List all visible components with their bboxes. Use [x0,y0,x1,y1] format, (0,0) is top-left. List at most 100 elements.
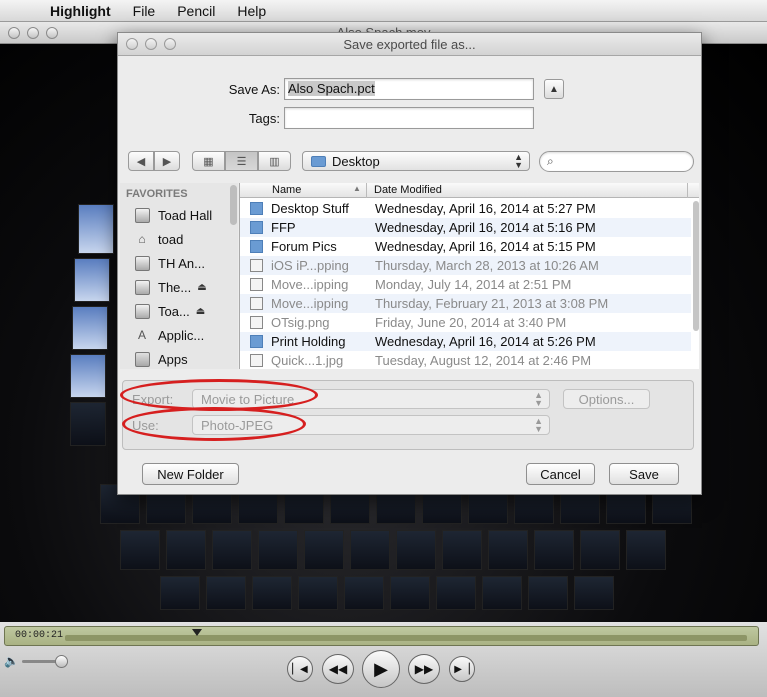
applications-icon: A [137,328,146,342]
popup-arrows-icon: ▲ ▼ [534,390,543,408]
folder-icon [134,351,150,367]
search-icon: ⌕ [547,154,554,168]
file-row: Move...ipping Thursday, February 21, 201… [240,294,691,313]
back-arrow-icon: ◀ [136,155,146,168]
playhead-icon[interactable] [192,629,202,636]
sidebar-item-applications[interactable]: A Applic... [134,324,234,346]
file-date: Wednesday, April 16, 2014 at 5:15 PM [375,239,596,254]
location-label: Desktop [332,153,380,169]
file-name: FFP [271,220,296,235]
new-folder-button[interactable]: New Folder [142,463,239,485]
file-date: Wednesday, April 16, 2014 at 5:27 PM [375,201,596,216]
column-header: Name ▲ Date Modified [240,183,699,198]
fast-forward-button[interactable]: ▶▶ [408,654,440,684]
icon-view-icon: ▦ [203,155,214,168]
volume-icon[interactable]: 🔈 [4,654,19,668]
tags-field[interactable] [284,107,534,129]
file-row: Move...ipping Monday, July 14, 2014 at 2… [240,275,691,294]
sidebar-item-toad[interactable]: ⌂ toad [134,228,234,250]
file-row[interactable]: Print Holding Wednesday, April 16, 2014 … [240,332,691,351]
file-name: Move...ipping [271,296,349,311]
eject-icon[interactable]: ⏏ [197,282,206,293]
disk-icon [134,279,150,295]
search-field[interactable]: ⌕ [539,151,694,172]
sort-indicator-icon: ▲ [353,184,361,193]
file-row: iOS iP...pping Thursday, March 28, 2013 … [240,256,691,275]
eject-icon[interactable]: ⏏ [196,306,205,317]
forward-button[interactable]: ▶ [154,151,180,171]
sidebar-item-toa[interactable]: Toa... ⏏ [134,300,234,322]
popup-arrows-icon: ▲ ▼ [534,416,543,434]
sidebar-item-apps[interactable]: Apps [134,348,234,369]
save-dialog: Save exported file as... Save As: Also S… [117,32,702,495]
disk-icon [134,303,150,319]
file-icon [250,316,263,329]
save-as-field[interactable]: Also Spach.pct [284,78,534,100]
tags-label: Tags: [248,111,280,126]
popup-arrows-icon: ▲ ▼ [514,152,523,170]
rewind-button[interactable]: ◀◀ [322,654,354,684]
options-button: Options... [563,389,650,409]
menu-pencil[interactable]: Pencil [177,3,215,19]
folder-icon [311,155,326,167]
sidebar-scrollbar[interactable] [230,185,237,225]
cancel-label: Cancel [540,466,581,482]
column-date-modified[interactable]: Date Modified [374,184,442,196]
options-label: Options... [578,392,635,407]
disk-icon [134,207,150,223]
folder-icon [250,202,263,215]
icon-view-button[interactable]: ▦ [192,151,225,171]
collapse-button[interactable]: ▲ [544,79,564,99]
dialog-title: Save exported file as... [343,37,476,52]
playback-controls: 00:00:21 🔈 ▏◀ ◀◀ ▶ ▶▶ ▶▕ [0,622,767,697]
file-row[interactable]: Desktop Stuff Wednesday, April 16, 2014 … [240,199,691,218]
list-view-button[interactable]: ☰ [225,151,258,171]
rewind-icon: ◀◀ [328,662,348,676]
menu-app-name[interactable]: Highlight [50,3,111,19]
file-list-scrollbar[interactable] [693,201,699,331]
column-view-icon: ▥ [269,155,280,168]
file-list: Name ▲ Date Modified Desktop Stuff Wedne… [239,183,699,369]
file-name: Quick...1.jpg [271,353,344,368]
sidebar-item-label: Toad Hall [158,207,213,223]
play-button[interactable]: ▶ [362,650,400,688]
timeline-track[interactable] [65,635,747,641]
file-icon [250,259,263,272]
cancel-button[interactable]: Cancel [526,463,595,485]
forward-arrow-icon: ▶ [162,155,172,168]
column-view-button[interactable]: ▥ [258,151,291,171]
list-view-icon: ☰ [236,155,247,168]
file-date: Monday, July 14, 2014 at 2:51 PM [375,277,572,292]
file-name: Move...ipping [271,277,349,292]
save-as-value: Also Spach.pct [288,81,375,96]
go-to-end-button[interactable]: ▶▕ [449,656,475,682]
timeline[interactable]: 00:00:21 [4,626,759,646]
back-button[interactable]: ◀ [128,151,154,171]
menu-help[interactable]: Help [237,3,266,19]
save-button[interactable]: Save [609,463,679,485]
menu-file[interactable]: File [133,3,156,19]
sidebar-item-the[interactable]: The... ⏏ [134,276,234,298]
sidebar: FAVORITES Toad Hall ⌂ toad TH An... The.… [120,183,238,369]
go-to-start-button[interactable]: ▏◀ [287,656,313,682]
menu-bar: Highlight File Pencil Help [0,0,767,22]
sidebar-item-label: toad [158,231,184,247]
play-icon: ▶ [374,658,388,679]
file-row: Quick...1.jpg Tuesday, August 12, 2014 a… [240,351,691,369]
column-name[interactable]: Name [272,184,301,196]
file-name: iOS iP...pping [271,258,349,273]
file-name: OTsig.png [271,315,330,330]
file-date: Tuesday, August 12, 2014 at 2:46 PM [375,353,592,368]
sidebar-item-toad-hall[interactable]: Toad Hall [134,204,234,226]
sidebar-item-label: TH An... [158,255,205,271]
location-popup[interactable]: Desktop ▲ ▼ [302,151,530,171]
file-row[interactable]: Forum Pics Wednesday, April 16, 2014 at … [240,237,691,256]
skip-back-icon: ▏◀ [292,663,308,675]
sidebar-item-th-an[interactable]: TH An... [134,252,234,274]
file-row[interactable]: FFP Wednesday, April 16, 2014 at 5:16 PM [240,218,691,237]
file-name: Desktop Stuff [271,201,349,216]
use-highlight-ellipse [122,407,306,441]
dialog-titlebar: Save exported file as... [118,33,701,56]
home-icon: ⌂ [138,232,146,246]
volume-knob[interactable] [55,655,68,668]
